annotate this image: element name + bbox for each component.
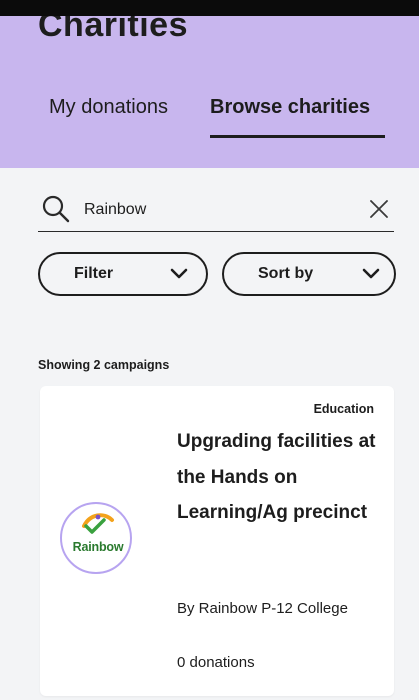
campaign-card[interactable]: Education Rainbow Upgrading facilities a… bbox=[40, 386, 394, 696]
logo-wordmark: Rainbow bbox=[72, 540, 124, 554]
campaign-organisation: By Rainbow P-12 College bbox=[177, 600, 348, 617]
charity-logo: Rainbow bbox=[60, 502, 132, 574]
search-bar[interactable] bbox=[38, 188, 394, 232]
donation-count: 0 donations bbox=[177, 654, 255, 671]
app-header: Charities My donations Browse charities bbox=[0, 0, 419, 168]
sort-label: Sort by bbox=[258, 265, 314, 282]
campaign-category: Education bbox=[313, 402, 374, 416]
results-summary: Showing 2 campaigns bbox=[38, 358, 170, 372]
filter-dropdown[interactable]: Filter bbox=[38, 252, 208, 296]
filter-label: Filter bbox=[74, 265, 114, 282]
tab-browse-charities[interactable]: Browse charities bbox=[210, 96, 370, 119]
close-icon[interactable] bbox=[366, 196, 392, 222]
logo-mark-icon bbox=[82, 513, 114, 534]
status-bar-overlay bbox=[0, 0, 419, 16]
sort-dropdown[interactable]: Sort by bbox=[222, 252, 396, 296]
search-input[interactable] bbox=[84, 198, 354, 222]
tab-my-donations[interactable]: My donations bbox=[49, 96, 168, 119]
campaign-title[interactable]: Upgrading facilities at the Hands on Lea… bbox=[177, 424, 377, 531]
search-icon bbox=[42, 195, 70, 223]
chevron-down-icon bbox=[362, 268, 380, 279]
active-tab-indicator bbox=[210, 135, 385, 138]
chevron-down-icon bbox=[170, 268, 188, 279]
